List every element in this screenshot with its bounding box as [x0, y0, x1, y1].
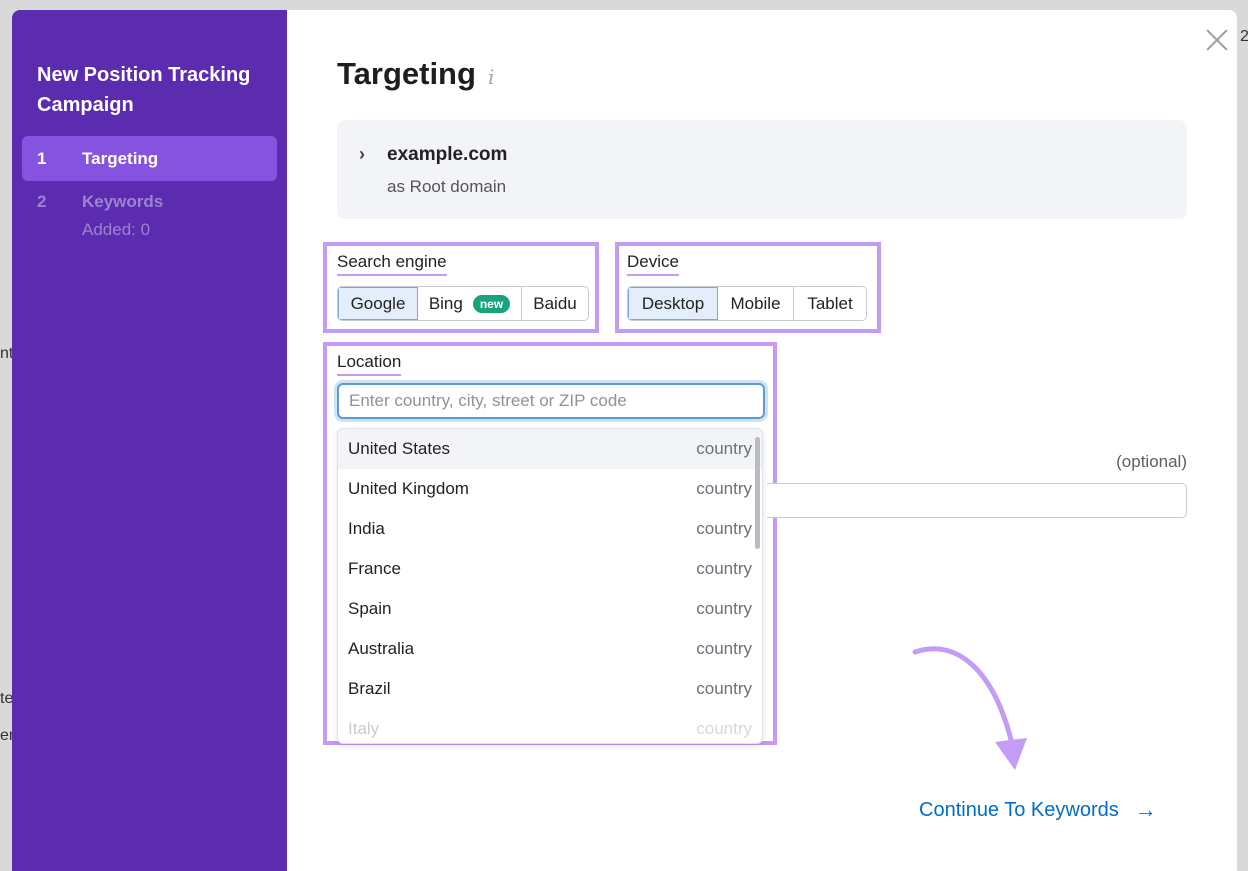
suggestion-item[interactable]: United Kingdom country — [338, 469, 762, 509]
step-keywords[interactable]: 2 Keywords Added: 0 — [22, 181, 277, 250]
continue-label: Continue To Keywords — [919, 798, 1119, 821]
suggestion-name: United States — [348, 439, 451, 458]
suggestion-type: country — [696, 719, 752, 738]
close-icon[interactable] — [1201, 24, 1233, 56]
engine-baidu-button[interactable]: Baidu — [522, 287, 588, 320]
suggestion-type: country — [696, 599, 752, 618]
campaign-modal: New Position Tracking Campaign 1 Targeti… — [12, 10, 1237, 871]
suggestion-name: United Kingdom — [348, 479, 469, 498]
suggestion-name: Brazil — [348, 679, 391, 698]
suggestion-item[interactable]: Brazil country — [338, 669, 762, 709]
backdrop-text: 2 — [1240, 28, 1248, 45]
suggestion-name: Italy — [348, 719, 380, 738]
suggestion-item[interactable]: Italy country — [338, 709, 762, 743]
sidebar-title: New Position Tracking Campaign — [37, 64, 251, 116]
suggestion-item[interactable]: Australia country — [338, 629, 762, 669]
step-targeting[interactable]: 1 Targeting — [22, 136, 277, 181]
device-desktop-button[interactable]: Desktop — [628, 287, 718, 320]
suggestion-type: country — [696, 479, 752, 498]
search-engine-toggle: Google Bing new Baidu — [337, 286, 589, 321]
domain-summary[interactable]: › example.com as Root domain — [337, 120, 1187, 219]
suggestion-item[interactable]: Spain country — [338, 589, 762, 629]
engine-google-button[interactable]: Google — [338, 287, 418, 320]
location-suggestions: United States country United Kingdom cou… — [337, 428, 763, 744]
suggestion-name: Spain — [348, 599, 392, 618]
suggestion-type: country — [696, 519, 752, 538]
engine-bing-button[interactable]: Bing new — [418, 287, 522, 320]
suggestion-type: country — [696, 439, 752, 458]
wizard-sidebar: New Position Tracking Campaign 1 Targeti… — [12, 10, 287, 871]
optional-label: (optional) — [1116, 452, 1187, 471]
optional-input[interactable] — [767, 483, 1187, 518]
device-toggle: Desktop Mobile Tablet — [627, 286, 867, 321]
dropdown-scrollbar[interactable] — [755, 437, 760, 549]
domain-scope: as Root domain — [387, 177, 507, 196]
location-search-input[interactable] — [337, 383, 765, 419]
device-group: Device Desktop Mobile Tablet — [615, 242, 881, 333]
hint-arrow-icon — [912, 646, 1027, 770]
suggestion-item[interactable]: France country — [338, 549, 762, 589]
suggestion-type: country — [696, 679, 752, 698]
continue-to-keywords-button[interactable]: Continue To Keywords → — [919, 797, 1157, 823]
suggestion-name: Australia — [348, 639, 415, 658]
new-badge: new — [472, 294, 511, 313]
step-label: Targeting — [82, 148, 159, 168]
suggestion-type: country — [696, 639, 752, 658]
domain-name: example.com — [387, 144, 508, 165]
targeting-panel: Targeting i › example.com as Root domain… — [287, 10, 1237, 871]
page-title: Targeting i — [337, 56, 494, 92]
device-mobile-button[interactable]: Mobile — [718, 287, 794, 320]
suggestion-type: country — [696, 559, 752, 578]
engine-bing-label: Bing — [428, 293, 463, 313]
arrow-right-icon: → — [1134, 797, 1157, 822]
keywords-added-count: Added: 0 — [82, 220, 151, 239]
step-number: 2 — [37, 192, 47, 211]
search-engine-group: Search engine Google Bing new Baidu — [323, 242, 599, 333]
page-title-text: Targeting — [337, 56, 476, 91]
suggestion-item[interactable]: United States country — [338, 429, 762, 469]
suggestion-name: France — [348, 559, 401, 578]
step-number: 1 — [37, 148, 47, 168]
suggestion-name: India — [348, 519, 385, 538]
suggestion-item[interactable]: India country — [338, 509, 762, 549]
step-label: Keywords — [82, 192, 164, 211]
device-label: Device — [627, 252, 679, 276]
location-label: Location — [337, 352, 402, 376]
chevron-right-icon[interactable]: › — [359, 144, 365, 165]
search-engine-label: Search engine — [337, 252, 447, 276]
device-tablet-button[interactable]: Tablet — [794, 287, 866, 320]
info-icon[interactable]: i — [488, 65, 494, 89]
